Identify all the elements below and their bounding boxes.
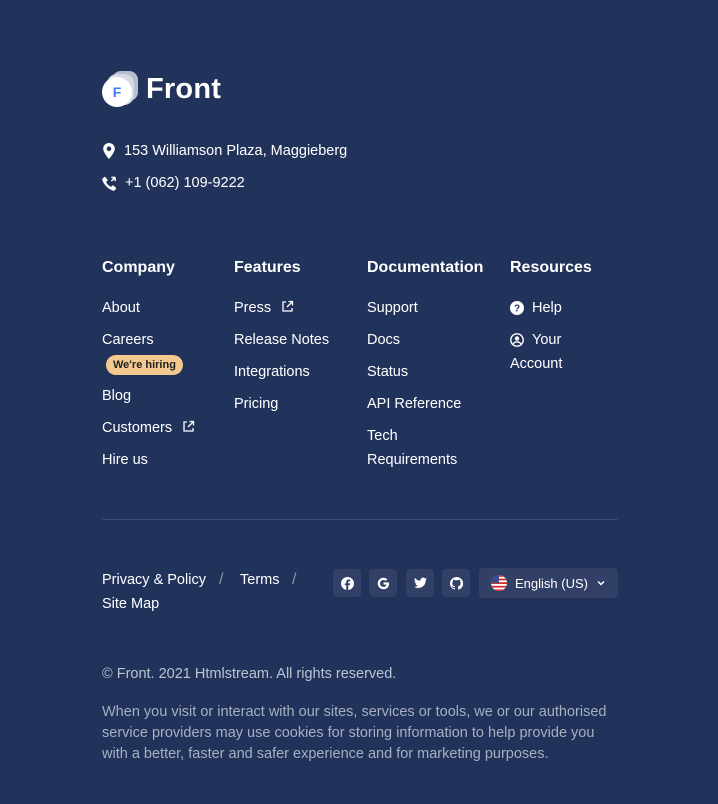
tech-requirements-line-1: Tech bbox=[367, 428, 398, 444]
tech-requirements-line-2: Requirements bbox=[367, 452, 458, 468]
us-flag-icon bbox=[491, 575, 507, 591]
question-circle-icon: ? bbox=[510, 301, 524, 315]
phone-icon bbox=[102, 176, 117, 191]
documentation-heading: Documentation bbox=[367, 259, 484, 276]
address-text: 153 Williamson Plaza, Maggieberg bbox=[124, 143, 348, 159]
twitter-icon bbox=[413, 577, 427, 588]
external-link-icon bbox=[183, 420, 195, 432]
phone-row[interactable]: +1 (062) 109-9222 bbox=[102, 175, 245, 191]
api-reference-link[interactable]: API Reference bbox=[367, 392, 461, 416]
tech-requirements-link[interactable]: Tech Requirements bbox=[367, 424, 457, 472]
google-button[interactable] bbox=[369, 569, 397, 597]
account-link[interactable]: Your Account bbox=[510, 328, 562, 376]
company-heading: Company bbox=[102, 259, 175, 276]
map-pin-icon bbox=[103, 143, 115, 159]
facebook-icon bbox=[340, 576, 354, 590]
svg-text:?: ? bbox=[514, 304, 520, 315]
facebook-button[interactable] bbox=[333, 569, 361, 597]
terms-link[interactable]: Terms bbox=[240, 572, 279, 588]
release-notes-link[interactable]: Release Notes bbox=[234, 328, 329, 352]
careers-link[interactable]: Careers bbox=[102, 328, 154, 352]
account-label-1: Your bbox=[532, 332, 562, 348]
press-label: Press bbox=[234, 300, 272, 316]
language-label: English (US) bbox=[515, 575, 588, 591]
google-icon bbox=[377, 577, 389, 589]
twitter-button[interactable] bbox=[406, 569, 434, 597]
cookie-notice: When you visit or interact with our site… bbox=[102, 704, 607, 762]
chevron-down-icon bbox=[597, 580, 605, 586]
front-logo-icon: F bbox=[102, 71, 138, 107]
phone-text: +1 (062) 109-9222 bbox=[125, 175, 245, 191]
github-button[interactable] bbox=[442, 569, 470, 597]
logo-letter: F bbox=[102, 77, 132, 107]
privacy-policy-link[interactable]: Privacy & Policy bbox=[102, 572, 206, 588]
language-selector[interactable]: English (US) bbox=[479, 568, 618, 598]
brand-logo[interactable]: F Front bbox=[102, 71, 221, 107]
blog-link[interactable]: Blog bbox=[102, 384, 131, 408]
account-label-2: Account bbox=[510, 356, 563, 372]
hire-us-link[interactable]: Hire us bbox=[102, 448, 148, 472]
docs-link[interactable]: Docs bbox=[367, 328, 400, 352]
customers-link[interactable]: Customers bbox=[102, 416, 195, 440]
footer-divider bbox=[102, 519, 618, 520]
features-heading: Features bbox=[234, 259, 301, 276]
hiring-badge: We're hiring bbox=[106, 355, 183, 375]
about-link[interactable]: About bbox=[102, 296, 140, 320]
github-icon bbox=[449, 576, 463, 590]
brand-name: Front bbox=[146, 72, 222, 105]
separator: / bbox=[292, 571, 297, 588]
copyright-text: © Front. 2021 Htmlstream. All rights res… bbox=[102, 666, 397, 682]
site-map-link[interactable]: Site Map bbox=[102, 596, 159, 612]
external-link-icon bbox=[282, 300, 294, 312]
help-link[interactable]: ? Help bbox=[510, 296, 562, 320]
customers-label: Customers bbox=[102, 420, 173, 436]
integrations-link[interactable]: Integrations bbox=[234, 360, 310, 384]
support-link[interactable]: Support bbox=[367, 296, 418, 320]
resources-heading: Resources bbox=[510, 259, 592, 276]
status-link[interactable]: Status bbox=[367, 360, 408, 384]
press-link[interactable]: Press bbox=[234, 296, 294, 320]
separator: / bbox=[219, 571, 224, 588]
user-circle-icon bbox=[510, 333, 524, 347]
pricing-link[interactable]: Pricing bbox=[234, 392, 278, 416]
address-row: 153 Williamson Plaza, Maggieberg bbox=[102, 143, 347, 159]
help-label: Help bbox=[532, 300, 562, 316]
